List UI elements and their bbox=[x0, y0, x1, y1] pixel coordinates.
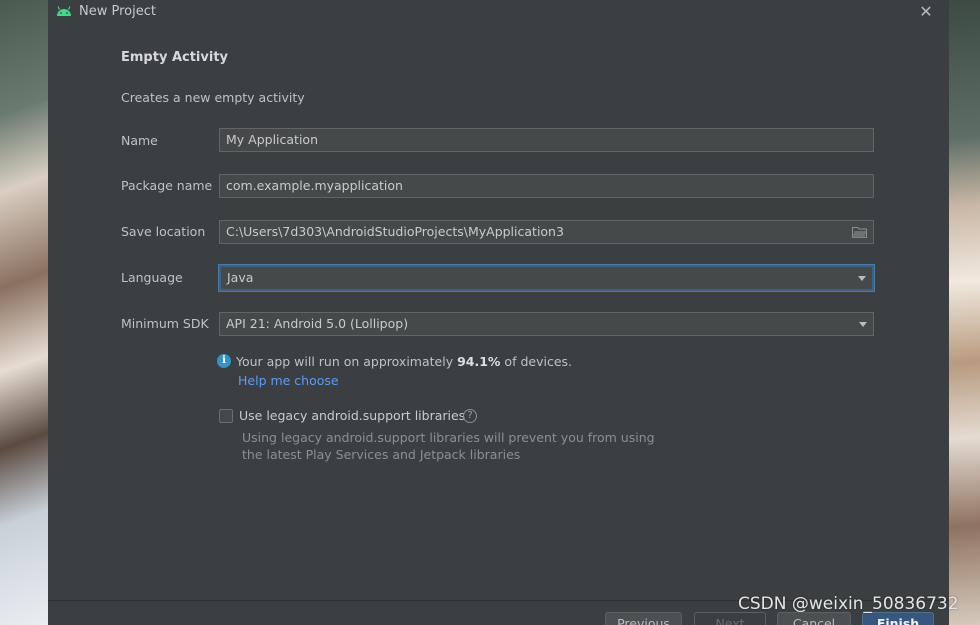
coverage-suffix: of devices. bbox=[500, 354, 572, 369]
close-button[interactable]: ✕ bbox=[916, 2, 936, 22]
legacy-support-description: Using legacy android.support libraries w… bbox=[242, 430, 655, 462]
desktop-wallpaper-left bbox=[0, 0, 48, 625]
help-me-choose-link[interactable]: Help me choose bbox=[238, 373, 339, 388]
coverage-prefix: Your app will run on approximately bbox=[236, 354, 458, 369]
name-value: My Application bbox=[226, 132, 318, 147]
language-value: Java bbox=[227, 270, 254, 285]
package-name-field[interactable]: com.example.myapplication bbox=[219, 174, 874, 198]
title-bar: New Project ✕ bbox=[48, 0, 949, 24]
new-project-dialog: New Project ✕ Empty Activity Creates a n… bbox=[48, 0, 949, 625]
coverage-percent: 94.1% bbox=[457, 354, 501, 369]
desktop-wallpaper-right bbox=[949, 0, 980, 625]
save-location-field[interactable]: C:\Users\7d303\AndroidStudioProjects\MyA… bbox=[219, 220, 874, 244]
language-dropdown[interactable]: Java bbox=[219, 265, 874, 291]
name-field[interactable]: My Application bbox=[219, 128, 874, 152]
android-icon bbox=[57, 6, 71, 16]
package-name-value: com.example.myapplication bbox=[226, 178, 403, 193]
name-label: Name bbox=[121, 133, 158, 148]
window-title: New Project bbox=[79, 4, 156, 19]
help-icon[interactable]: ? bbox=[463, 409, 477, 423]
previous-button[interactable]: Previous bbox=[605, 612, 682, 625]
folder-icon[interactable] bbox=[852, 226, 867, 238]
language-label: Language bbox=[121, 270, 183, 285]
template-description: Creates a new empty activity bbox=[121, 90, 305, 105]
template-heading: Empty Activity bbox=[121, 50, 229, 65]
save-location-label: Save location bbox=[121, 224, 206, 239]
minimum-sdk-label: Minimum SDK bbox=[121, 316, 209, 331]
minimum-sdk-dropdown[interactable]: API 21: Android 5.0 (Lollipop) bbox=[219, 312, 874, 336]
chevron-down-icon bbox=[858, 276, 866, 281]
sdk-coverage-text: Your app will run on approximately 94.1%… bbox=[236, 354, 572, 369]
minimum-sdk-value: API 21: Android 5.0 (Lollipop) bbox=[226, 316, 409, 331]
legacy-support-checkbox[interactable] bbox=[219, 409, 233, 423]
package-name-label: Package name bbox=[121, 178, 213, 193]
info-icon: i bbox=[217, 354, 231, 368]
chevron-down-icon bbox=[859, 322, 867, 327]
csdn-watermark: CSDN @weixin_50836732 bbox=[738, 594, 959, 614]
legacy-support-label[interactable]: Use legacy android.support libraries bbox=[239, 408, 465, 423]
save-location-value: C:\Users\7d303\AndroidStudioProjects\MyA… bbox=[226, 224, 564, 239]
